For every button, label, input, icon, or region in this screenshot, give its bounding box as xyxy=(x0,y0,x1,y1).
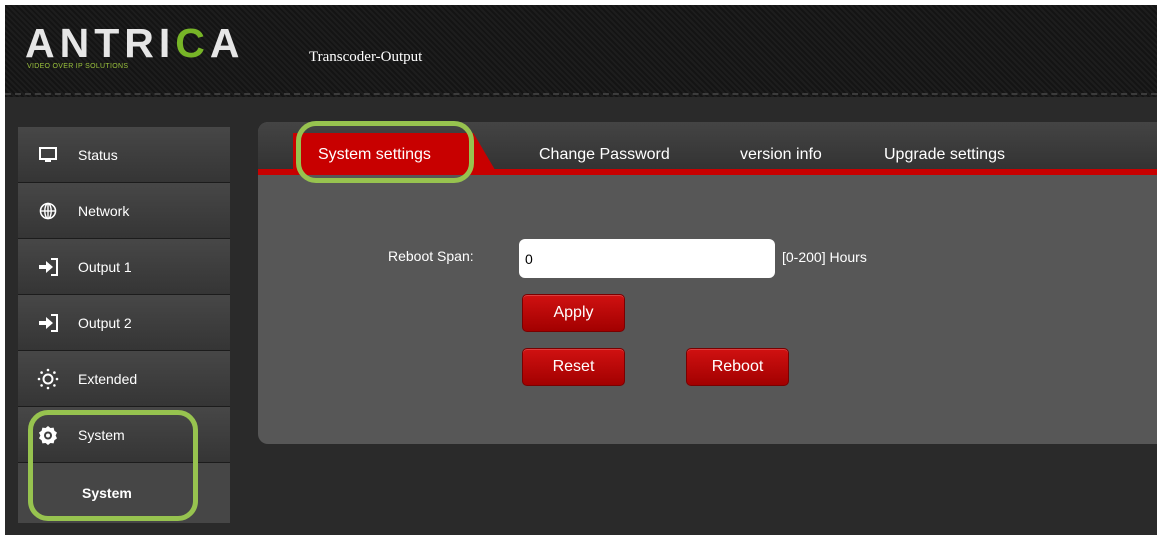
tab-change-password[interactable]: Change Password xyxy=(539,146,670,164)
reboot-span-hint: [0-200] Hours xyxy=(782,249,867,265)
reboot-button[interactable]: Reboot xyxy=(686,348,789,386)
sign-in-icon xyxy=(18,295,78,350)
tab-upgrade-settings[interactable]: Upgrade settings xyxy=(884,146,1005,164)
reset-button[interactable]: Reset xyxy=(522,348,625,386)
tab-system-settings[interactable]: System settings xyxy=(318,146,431,164)
main-panel: System settings Change Password version … xyxy=(258,122,1157,444)
page-title: Transcoder-Output xyxy=(309,49,423,65)
sidebar-item-label: Extended xyxy=(78,370,138,387)
sidebar-item-label: Output 2 xyxy=(78,314,132,331)
tab-version-info[interactable]: version info xyxy=(740,146,822,164)
reboot-span-input[interactable] xyxy=(519,239,775,278)
monitor-icon xyxy=(18,127,78,182)
sidebar-item-output-1[interactable]: Output 1 xyxy=(18,239,230,295)
sidebar-item-label: Network xyxy=(78,202,130,219)
globe-icon xyxy=(18,183,78,238)
apply-button[interactable]: Apply xyxy=(522,294,625,332)
sidebar-subitem-system[interactable]: System xyxy=(18,463,230,523)
reboot-span-label: Reboot Span: xyxy=(388,248,474,264)
sun-dots-icon xyxy=(18,351,78,406)
sidebar-item-network[interactable]: Network xyxy=(18,183,230,239)
antrica-logo: ANTRICA VIDEO OVER IP SOLUTIONS xyxy=(25,19,265,75)
sidebar-item-label: System xyxy=(78,426,125,443)
logo-tagline: VIDEO OVER IP SOLUTIONS xyxy=(27,63,129,70)
header: ANTRICA VIDEO OVER IP SOLUTIONS Transcod… xyxy=(5,5,1157,97)
sidebar-item-label: Status xyxy=(78,146,118,163)
sidebar-item-status[interactable]: Status xyxy=(18,127,230,183)
sign-in-icon xyxy=(18,239,78,294)
gear-icon xyxy=(18,407,78,462)
app-window: ANTRICA VIDEO OVER IP SOLUTIONS Transcod… xyxy=(5,5,1157,535)
sidebar-item-label: Output 1 xyxy=(78,258,132,275)
sidebar-item-output-2[interactable]: Output 2 xyxy=(18,295,230,351)
tab-bar: System settings Change Password version … xyxy=(258,122,1157,175)
sidebar-item-system[interactable]: System xyxy=(18,407,230,463)
sidebar-item-extended[interactable]: Extended xyxy=(18,351,230,407)
logo-wordmark: ANTRICA xyxy=(25,20,245,66)
sidebar: Status Network Output 1 Output 2 Extende… xyxy=(18,127,230,523)
header-divider xyxy=(5,93,1157,95)
